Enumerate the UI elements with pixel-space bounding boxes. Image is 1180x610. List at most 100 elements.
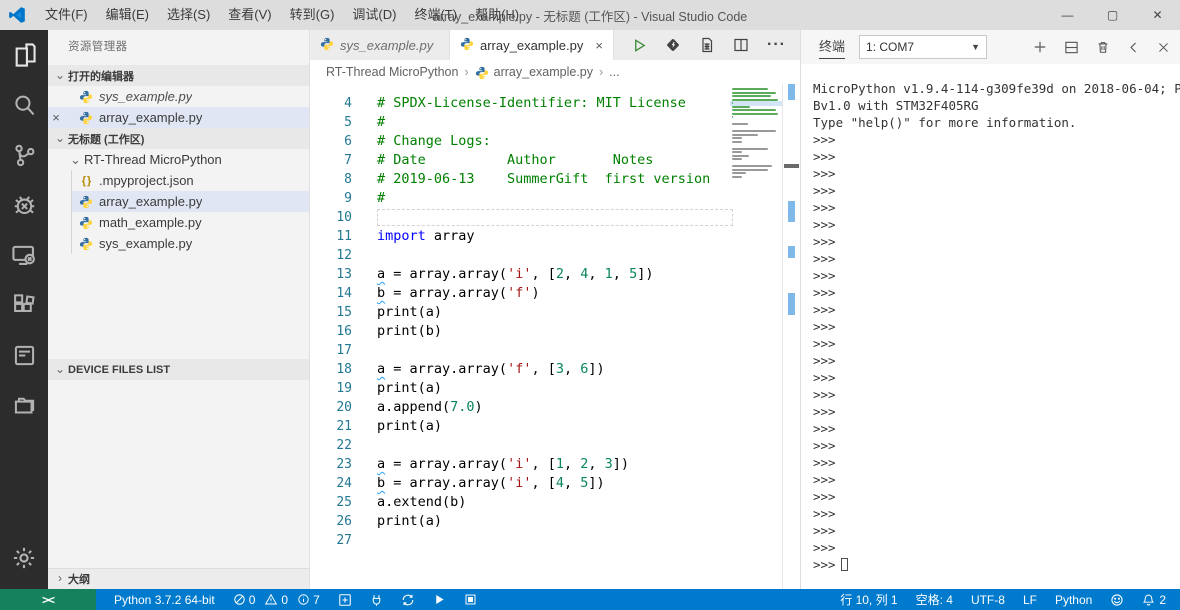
open-editors-header[interactable]: ⌄ 打开的编辑器 xyxy=(48,65,309,86)
maximize-icon[interactable]: ▢ xyxy=(1090,0,1135,30)
close-icon[interactable]: × xyxy=(595,38,603,53)
menu-item-7[interactable]: 帮助(H) xyxy=(466,0,528,30)
indentation[interactable]: 空格: 4 xyxy=(916,591,953,608)
menu-item-5[interactable]: 调试(D) xyxy=(343,0,405,30)
device-files-header[interactable]: ⌄ DEVICE FILES LIST xyxy=(48,359,309,380)
code-line-11[interactable]: 11 import array xyxy=(310,227,800,246)
split-terminal-icon[interactable] xyxy=(1064,40,1079,55)
menu-item-3[interactable]: 查看(V) xyxy=(219,0,280,30)
code-line-22[interactable]: 22 xyxy=(310,436,800,455)
overview-ruler[interactable] xyxy=(782,84,800,589)
search-icon[interactable] xyxy=(0,80,48,130)
notifications-bell[interactable]: 2 xyxy=(1142,593,1166,607)
close-panel-icon[interactable] xyxy=(1157,41,1170,54)
tree-file-item[interactable]: sys_example.py xyxy=(72,233,309,254)
terminal-output[interactable]: MicroPython v1.9.4-114-g309fe39d on 2018… xyxy=(801,64,1180,589)
menu-item-0[interactable]: 文件(F) xyxy=(36,0,97,30)
code-line-27[interactable]: 27 xyxy=(310,531,800,550)
eol-sequence[interactable]: LF xyxy=(1023,593,1037,607)
code-line-7[interactable]: 7 # Date Author Notes xyxy=(310,151,800,170)
tree-file-item[interactable]: math_example.py xyxy=(72,212,309,233)
new-terminal-icon[interactable] xyxy=(1033,40,1047,54)
code-line-5[interactable]: 5 # xyxy=(310,113,800,132)
split-editor-icon[interactable] xyxy=(733,37,749,53)
close-icon[interactable]: ✕ xyxy=(1135,0,1180,30)
minimize-icon[interactable]: — xyxy=(1045,0,1090,30)
outline-header[interactable]: › 大纲 xyxy=(48,568,309,589)
menu-item-4[interactable]: 转到(G) xyxy=(281,0,344,30)
breadcrumb[interactable]: RT-Thread MicroPython › array_example.py… xyxy=(310,60,800,84)
code-line-26[interactable]: 26 print(a) xyxy=(310,512,800,531)
code-line-23[interactable]: 23 a = array.array('i', [1, 2, 3]) xyxy=(310,455,800,474)
add-device-icon[interactable] xyxy=(338,593,352,607)
dropdown-arrow-icon: ▼ xyxy=(971,42,981,52)
problems-indicator[interactable]: 0 0 7 xyxy=(233,593,320,607)
sync-files-icon[interactable] xyxy=(401,593,415,607)
code-line-19[interactable]: 19 print(a) xyxy=(310,379,800,398)
code-line-6[interactable]: 6 # Change Logs: xyxy=(310,132,800,151)
titlebar: 文件(F) 编辑(E) 选择(S) 查看(V) 转到(G) 调试(D) 终端(T) 帮助(H)… xyxy=(0,0,1180,30)
remote-indicator[interactable]: >< xyxy=(0,589,96,610)
run-file-icon[interactable] xyxy=(433,593,446,606)
stop-icon[interactable] xyxy=(464,593,477,606)
explorer-icon[interactable] xyxy=(0,30,48,80)
hex-view-icon[interactable] xyxy=(699,37,715,53)
report-icon[interactable] xyxy=(0,330,48,380)
code-line-4[interactable]: 4 # SPDX-License-Identifier: MIT License xyxy=(310,94,800,113)
code-line-20[interactable]: 20 a.append(7.0) xyxy=(310,398,800,417)
language-mode[interactable]: Python xyxy=(1055,593,1092,607)
menu-item-6[interactable]: 终端(T) xyxy=(405,0,466,30)
code-line-17[interactable]: 17 xyxy=(310,341,800,360)
workspace-header[interactable]: ⌄ 无标题 (工作区) xyxy=(48,128,309,149)
tree-file-item[interactable]: array_example.py xyxy=(72,191,309,212)
line-number: 15 xyxy=(336,305,352,320)
open-editor-item[interactable]: × array_example.py xyxy=(48,107,309,128)
minimap[interactable] xyxy=(730,88,782,183)
code-line-9[interactable]: 9 # xyxy=(310,189,800,208)
kill-terminal-icon[interactable] xyxy=(1096,40,1110,54)
debug-icon[interactable] xyxy=(0,180,48,230)
extensions-icon[interactable] xyxy=(0,280,48,330)
encoding[interactable]: UTF-8 xyxy=(971,593,1005,607)
code-line-18[interactable]: 18 a = array.array('f', [3, 6]) xyxy=(310,360,800,379)
tree-file-item[interactable]: { } .mpyproject.json xyxy=(72,170,309,191)
breadcrumb-file[interactable]: array_example.py xyxy=(494,65,593,79)
download-icon[interactable] xyxy=(665,37,681,53)
code-line-16[interactable]: 16 print(b) xyxy=(310,322,800,341)
code-line-13[interactable]: 13 a = array.array('i', [2, 4, 1, 5]) xyxy=(310,265,800,284)
breadcrumb-folder[interactable]: RT-Thread MicroPython xyxy=(326,65,458,79)
device-manager-icon[interactable] xyxy=(0,230,48,280)
chevron-left-icon[interactable] xyxy=(1127,41,1140,54)
breadcrumb-symbol[interactable]: ... xyxy=(609,65,619,79)
run-icon[interactable] xyxy=(632,38,647,53)
code-line-12[interactable]: 12 xyxy=(310,246,800,265)
terminal-banner-line: MicroPython v1.9.4-114-g309fe39d on 2018… xyxy=(813,81,1180,96)
code-line-24[interactable]: 24 b = array.array('i', [4, 5]) xyxy=(310,474,800,493)
warning-icon xyxy=(264,593,278,606)
menu-item-2[interactable]: 选择(S) xyxy=(158,0,219,30)
folder-icon[interactable] xyxy=(0,380,48,430)
more-actions-icon[interactable]: ··· xyxy=(767,36,786,54)
open-editor-item[interactable]: sys_example.py xyxy=(48,86,309,107)
folder-row[interactable]: ⌄ RT-Thread MicroPython xyxy=(48,149,309,170)
code-line-15[interactable]: 15 print(a) xyxy=(310,303,800,322)
code-line-8[interactable]: 8 # 2019-06-13 SummerGift first version xyxy=(310,170,800,189)
source-control-icon[interactable] xyxy=(0,130,48,180)
connect-device-icon[interactable] xyxy=(370,593,383,607)
code-line-21[interactable]: 21 print(a) xyxy=(310,417,800,436)
feedback-smiley-icon[interactable] xyxy=(1110,593,1124,607)
file-label: array_example.py xyxy=(99,194,203,209)
settings-gear-icon[interactable] xyxy=(0,533,48,583)
cursor-position[interactable]: 行 10, 列 1 xyxy=(840,591,897,608)
code-line-10[interactable]: 10 xyxy=(310,208,800,227)
code-line-14[interactable]: 14 b = array.array('f') xyxy=(310,284,800,303)
editor-tab[interactable]: array_example.py × xyxy=(450,30,614,60)
editor-tab[interactable]: sys_example.py xyxy=(310,30,450,60)
close-icon[interactable]: × xyxy=(48,110,64,125)
menu-item-1[interactable]: 编辑(E) xyxy=(97,0,158,30)
terminal-selector[interactable]: 1: COM7 ▼ xyxy=(859,35,988,59)
code-line-25[interactable]: 25 a.extend(b) xyxy=(310,493,800,512)
code-editor[interactable]: 4 # SPDX-License-Identifier: MIT License 5… xyxy=(310,84,800,589)
terminal-tab[interactable]: 终端 xyxy=(819,36,846,59)
python-interpreter[interactable]: Python 3.7.2 64-bit xyxy=(114,593,215,607)
